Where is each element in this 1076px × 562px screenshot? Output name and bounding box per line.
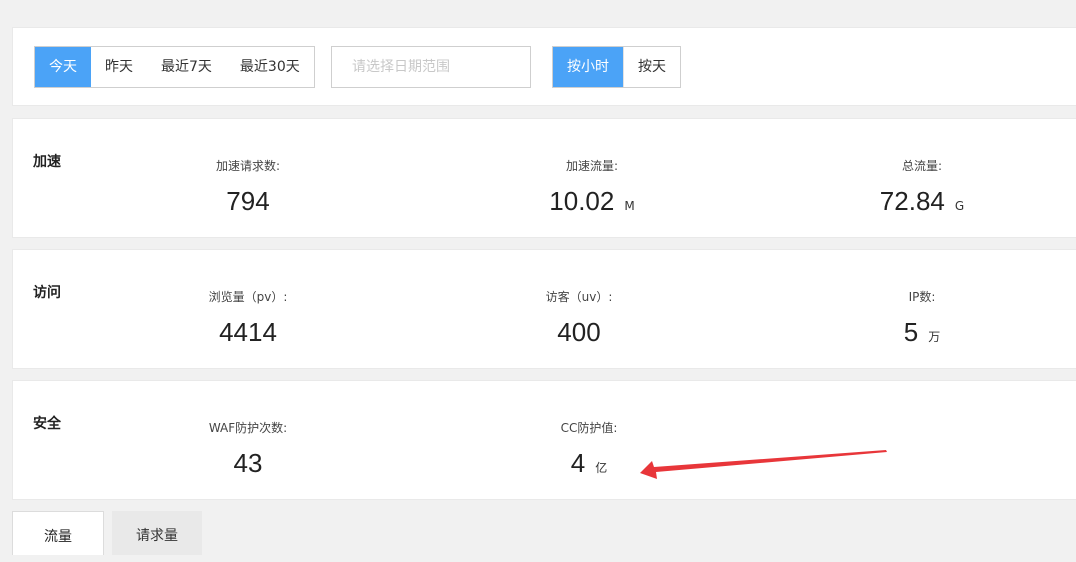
section-title-security: 安全 — [33, 416, 61, 432]
metric-acceleration-traffic: 加速流量: 10.02 M — [472, 157, 712, 219]
metric-label: WAF防护次数: — [208, 421, 288, 435]
by-hour-button[interactable]: 按小时 — [553, 47, 624, 87]
date-range-button-group: 今天 昨天 最近7天 最近30天 — [34, 46, 315, 88]
metric-unique-visitors: 访客（uv）: 400 — [459, 288, 699, 350]
security-panel: 安全 WAF防护次数: 43 CC防护值: 4亿 — [12, 380, 1076, 500]
metric-value: 72.84 — [879, 186, 945, 216]
metric-unit: M — [624, 199, 635, 213]
metric-value: 5 — [903, 317, 919, 347]
metric-label: 总流量: — [901, 159, 943, 173]
metric-value: 10.02 — [549, 186, 615, 216]
visits-panel: 访问 浏览量（pv）: 4414 访客（uv）: 400 IP数: 5万 — [12, 249, 1076, 369]
range-today-button[interactable]: 今天 — [35, 47, 91, 87]
filter-bar: 今天 昨天 最近7天 最近30天 按小时 按天 — [12, 27, 1076, 106]
metric-label: 访客（uv）: — [545, 290, 613, 304]
metric-acceleration-requests: 加速请求数: 794 — [128, 157, 368, 219]
by-day-button[interactable]: 按天 — [624, 47, 680, 87]
range-last-30-days-button[interactable]: 最近30天 — [226, 47, 314, 87]
metric-value: 400 — [557, 317, 601, 347]
range-last-7-days-button[interactable]: 最近7天 — [147, 47, 226, 87]
metric-label: CC防护值: — [560, 421, 618, 435]
tab-requests[interactable]: 请求量 — [112, 511, 202, 555]
metric-unit: 万 — [928, 330, 941, 344]
metric-total-traffic: 总流量: 72.84 G — [802, 157, 1042, 219]
metric-value: 4414 — [219, 317, 277, 347]
metric-value: 794 — [226, 186, 270, 216]
metric-label: 浏览量（pv）: — [208, 290, 288, 304]
metric-waf-protections: WAF防护次数: 43 — [128, 419, 368, 481]
metric-label: IP数: — [908, 290, 936, 304]
metric-unit: G — [954, 199, 965, 213]
metric-label: 加速请求数: — [215, 159, 281, 173]
metric-ip-count: IP数: 5万 — [802, 288, 1042, 350]
range-yesterday-button[interactable]: 昨天 — [91, 47, 147, 87]
tab-traffic[interactable]: 流量 — [12, 511, 104, 555]
metric-page-views: 浏览量（pv）: 4414 — [128, 288, 368, 350]
metric-value: 43 — [233, 448, 263, 478]
acceleration-panel: 加速 加速请求数: 794 加速流量: 10.02 M 总流量: 72.84 G — [12, 118, 1076, 238]
granularity-button-group: 按小时 按天 — [552, 46, 681, 88]
section-title-acceleration: 加速 — [33, 154, 61, 170]
metric-cc-protection: CC防护值: 4亿 — [469, 419, 709, 481]
metric-unit: 亿 — [595, 461, 608, 475]
date-range-input[interactable] — [331, 46, 531, 88]
metric-label: 加速流量: — [565, 159, 619, 173]
section-title-visits: 访问 — [33, 285, 61, 301]
metric-value: 4 — [570, 448, 586, 478]
